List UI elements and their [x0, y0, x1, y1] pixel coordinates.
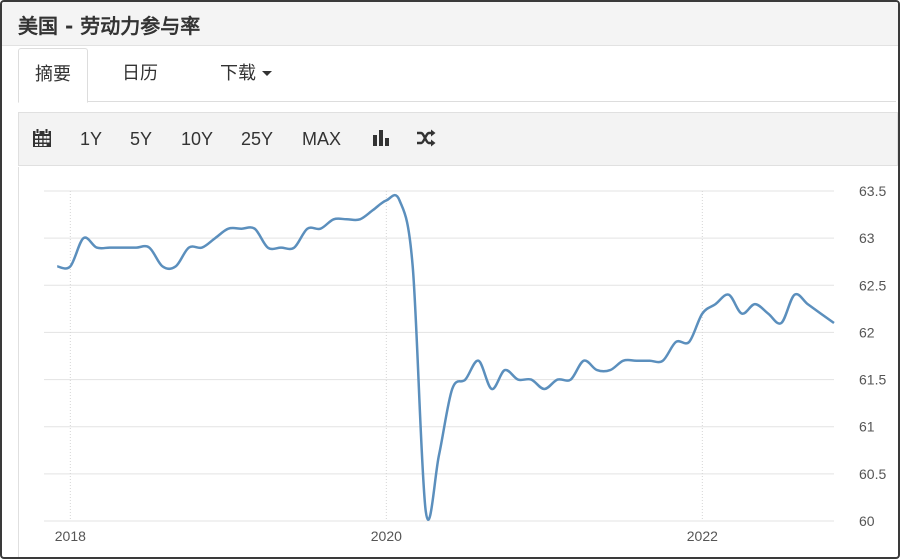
y-axis: 60 60.5 61 61.5 62 62.5 63 63.5 [859, 183, 886, 529]
range-1y-button[interactable]: 1Y [80, 113, 102, 165]
widget-frame: 美国 - 劳动力参与率 摘要 日历 下载 1Y 5Y 10Y 25Y MAX 6… [0, 0, 900, 559]
line-chart[interactable]: 60 60.5 61 61.5 62 62.5 63 63.5 2018 2020 2022 [19, 167, 899, 559]
series [56, 193, 835, 522]
bar-chart-icon[interactable] [371, 128, 391, 148]
y-tick-label: 62.5 [859, 277, 886, 293]
y-tick-label: 60 [859, 513, 875, 529]
y-tick-label: 63 [859, 230, 875, 246]
y-tick-label: 60.5 [859, 466, 886, 482]
x-axis: 2018 2020 2022 [55, 528, 718, 544]
tab-download[interactable]: 下载 [202, 48, 290, 102]
calendar-icon[interactable] [32, 128, 52, 148]
shuffle-icon[interactable] [416, 128, 436, 148]
x-tick-label: 2020 [371, 528, 402, 544]
y-tick-label: 61 [859, 419, 875, 435]
chart-toolbar: 1Y 5Y 10Y 25Y MAX [18, 112, 898, 166]
series-line[interactable] [56, 193, 835, 522]
range-25y-button[interactable]: 25Y [241, 113, 273, 165]
range-5y-button[interactable]: 5Y [130, 113, 152, 165]
x-tick-label: 2018 [55, 528, 86, 544]
page-title: 美国 - 劳动力参与率 [18, 14, 201, 38]
range-10y-button[interactable]: 10Y [181, 113, 213, 165]
title-bar: 美国 - 劳动力参与率 [2, 2, 898, 46]
range-max-button[interactable]: MAX [302, 113, 341, 165]
chart-area: 60 60.5 61 61.5 62 62.5 63 63.5 2018 2020 2022 [18, 167, 899, 559]
y-tick-label: 61.5 [859, 372, 886, 388]
tab-download-label: 下载 [220, 63, 256, 84]
y-tick-label: 63.5 [859, 183, 886, 199]
tab-summary[interactable]: 摘要 [18, 48, 88, 103]
grid [44, 190, 834, 522]
caret-down-icon [262, 70, 272, 76]
tab-bar: 摘要 日历 下载 [18, 48, 896, 103]
x-tick-label: 2022 [687, 528, 718, 544]
y-tick-label: 62 [859, 324, 875, 340]
tab-calendar[interactable]: 日历 [104, 48, 176, 102]
